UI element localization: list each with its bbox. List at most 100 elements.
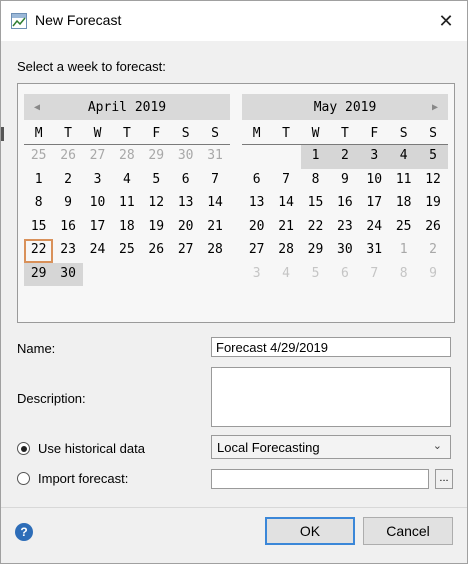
day-cell[interactable]: 17	[83, 216, 112, 240]
week-row[interactable]: 15 16 17 18 19 20 21	[24, 216, 230, 240]
week-row[interactable]: 29 30	[24, 262, 230, 286]
use-historical-option[interactable]: Use historical data	[17, 441, 145, 456]
day-cell[interactable]: 6	[242, 169, 271, 193]
week-row[interactable]: 12345	[242, 145, 448, 169]
day-cell[interactable]: 19	[418, 192, 447, 216]
day-cell[interactable]: 28	[200, 239, 229, 263]
day-cell[interactable]: 31	[360, 239, 389, 263]
historical-source-select[interactable]: Local Forecasting ⌄	[211, 435, 451, 459]
day-cell[interactable]: 13	[171, 192, 200, 216]
browse-button[interactable]: ...	[435, 469, 453, 489]
day-cell[interactable]: 28	[112, 145, 141, 169]
day-cell[interactable]: 9	[53, 192, 82, 216]
week-row[interactable]: 22 23 24 25 26 27 28	[24, 239, 230, 263]
day-cell[interactable]: 20	[171, 216, 200, 240]
day-cell[interactable]: 25	[389, 216, 418, 240]
day-cell[interactable]: 4	[271, 263, 300, 287]
day-cell[interactable]: 13	[242, 192, 271, 216]
day-cell[interactable]: 19	[142, 216, 171, 240]
day-cell[interactable]: 15	[24, 216, 53, 240]
day-cell[interactable]: 22	[24, 239, 54, 263]
previous-month-icon[interactable]: ◀	[26, 94, 48, 120]
day-cell[interactable]: 30	[171, 145, 200, 169]
day-cell[interactable]: 7	[271, 169, 300, 193]
day-cell[interactable]: 23	[330, 216, 359, 240]
day-cell[interactable]: 12	[142, 192, 171, 216]
day-cell[interactable]: 29	[24, 262, 54, 286]
day-cell[interactable]: 14	[200, 192, 229, 216]
week-row[interactable]: 1234567	[24, 169, 230, 193]
name-field[interactable]	[211, 337, 451, 357]
day-cell[interactable]: 21	[200, 216, 229, 240]
day-cell[interactable]: 3	[83, 169, 112, 193]
day-cell[interactable]: 14	[271, 192, 300, 216]
day-cell[interactable]: 18	[112, 216, 141, 240]
day-cell[interactable]: 30	[53, 262, 83, 286]
day-cell[interactable]: 16	[330, 192, 359, 216]
day-cell[interactable]: 10	[360, 169, 389, 193]
cancel-button[interactable]: Cancel	[363, 517, 453, 545]
day-cell[interactable]: 7	[200, 169, 229, 193]
week-row[interactable]: 25 26 27 28 29 30 31	[24, 145, 230, 169]
day-cell[interactable]: 4	[112, 169, 141, 193]
ok-button[interactable]: OK	[265, 517, 355, 545]
day-cell[interactable]: 6	[171, 169, 200, 193]
week-row[interactable]: 13 14 15 16 17 18 19	[242, 192, 448, 216]
day-cell[interactable]: 24	[83, 239, 112, 263]
day-cell[interactable]: 29	[142, 145, 171, 169]
day-cell[interactable]: 16	[53, 216, 82, 240]
week-row[interactable]: 6 7 8 9 10 11 12	[242, 169, 448, 193]
day-cell[interactable]: 2	[418, 239, 447, 263]
day-cell[interactable]: 5	[418, 145, 448, 169]
day-cell[interactable]: 31	[200, 145, 229, 169]
day-cell[interactable]: 26	[142, 239, 171, 263]
day-cell[interactable]: 27	[171, 239, 200, 263]
day-cell[interactable]: 25	[24, 145, 53, 169]
day-cell[interactable]: 5	[301, 263, 330, 287]
day-cell[interactable]: 2	[330, 145, 360, 169]
next-month-icon[interactable]: ▶	[424, 94, 446, 120]
day-cell[interactable]: 8	[301, 169, 330, 193]
day-cell[interactable]: 5	[142, 169, 171, 193]
week-calendar[interactable]: April 2019 ◀ M T W T F S S 25 26 27 28 29 30 31 1 2 3 4 5 6 7 8…	[17, 83, 455, 323]
day-cell[interactable]: 30	[330, 239, 359, 263]
day-cell[interactable]: 23	[53, 239, 82, 263]
day-cell[interactable]: 17	[360, 192, 389, 216]
day-cell[interactable]: 1	[300, 145, 331, 169]
day-cell[interactable]: 8	[389, 263, 418, 287]
day-cell[interactable]: 20	[242, 216, 271, 240]
day-cell[interactable]: 1	[24, 169, 53, 193]
week-row[interactable]: 8 9 10 11 12 13 14	[24, 192, 230, 216]
day-cell[interactable]: 1	[389, 239, 418, 263]
day-cell[interactable]: 8	[24, 192, 53, 216]
day-cell[interactable]: 12	[418, 169, 447, 193]
import-forecast-option[interactable]: Import forecast:	[17, 471, 128, 486]
day-cell[interactable]: 21	[271, 216, 300, 240]
day-cell[interactable]: 27	[83, 145, 112, 169]
day-cell[interactable]: 26	[53, 145, 82, 169]
day-cell[interactable]: 25	[112, 239, 141, 263]
day-cell[interactable]: 18	[389, 192, 418, 216]
day-cell[interactable]: 9	[418, 263, 447, 287]
day-cell[interactable]: 6	[330, 263, 359, 287]
day-cell[interactable]: 2	[53, 169, 82, 193]
day-cell[interactable]: 7	[360, 263, 389, 287]
day-cell[interactable]: 11	[112, 192, 141, 216]
week-row[interactable]: 27 28 29 30 31 1 2	[242, 239, 448, 263]
day-cell[interactable]: 29	[301, 239, 330, 263]
day-cell[interactable]: 28	[271, 239, 300, 263]
day-cell[interactable]: 15	[301, 192, 330, 216]
day-cell[interactable]: 10	[83, 192, 112, 216]
help-icon[interactable]: ?	[15, 523, 33, 541]
import-file-field[interactable]	[211, 469, 429, 489]
day-cell[interactable]: 3	[242, 263, 271, 287]
day-cell[interactable]: 3	[359, 145, 389, 169]
day-cell[interactable]: 4	[388, 145, 419, 169]
day-cell[interactable]: 26	[418, 216, 447, 240]
day-cell[interactable]: 9	[330, 169, 359, 193]
day-cell[interactable]: 11	[389, 169, 418, 193]
close-button[interactable]: ✕	[431, 7, 461, 35]
week-row[interactable]: 3456789	[242, 263, 448, 287]
use-historical-radio[interactable]	[17, 442, 30, 455]
day-cell[interactable]: 27	[242, 239, 271, 263]
